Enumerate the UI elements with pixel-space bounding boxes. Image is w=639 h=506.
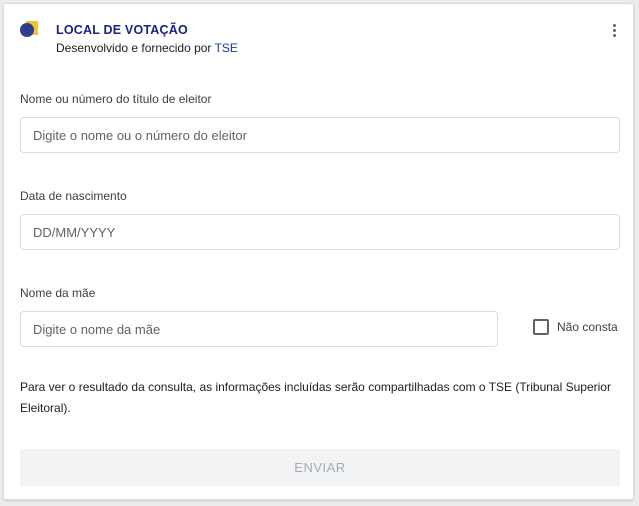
voter-name-or-number-input[interactable] (20, 117, 620, 153)
data-sharing-disclaimer: Para ver o resultado da consulta, as inf… (20, 380, 611, 415)
submit-button[interactable]: ENVIAR (20, 449, 620, 486)
subtitle-prefix: Desenvolvido e fornecido por (56, 41, 212, 55)
birthdate-input[interactable] (20, 214, 620, 250)
voting-location-card: LOCAL DE VOTAÇÃO Desenvolvido e fornecid… (3, 3, 634, 500)
tse-ballot-logo-icon (20, 21, 38, 37)
card-title: LOCAL DE VOTAÇÃO (56, 23, 188, 37)
not-listed-label: Não consta (557, 320, 618, 334)
card-subtitle: Desenvolvido e fornecido por TSE (56, 41, 238, 55)
more-vert-icon[interactable] (604, 20, 624, 40)
not-listed-checkbox[interactable] (533, 319, 549, 335)
voter-field-label: Nome ou número do título de eleitor (20, 92, 212, 106)
mother-name-field-label: Nome da mãe (20, 286, 96, 300)
provider-name: TSE (214, 41, 238, 55)
not-listed-checkbox-group[interactable]: Não consta (533, 319, 618, 335)
birthdate-field-label: Data de nascimento (20, 189, 127, 203)
mother-name-input[interactable] (20, 311, 498, 347)
